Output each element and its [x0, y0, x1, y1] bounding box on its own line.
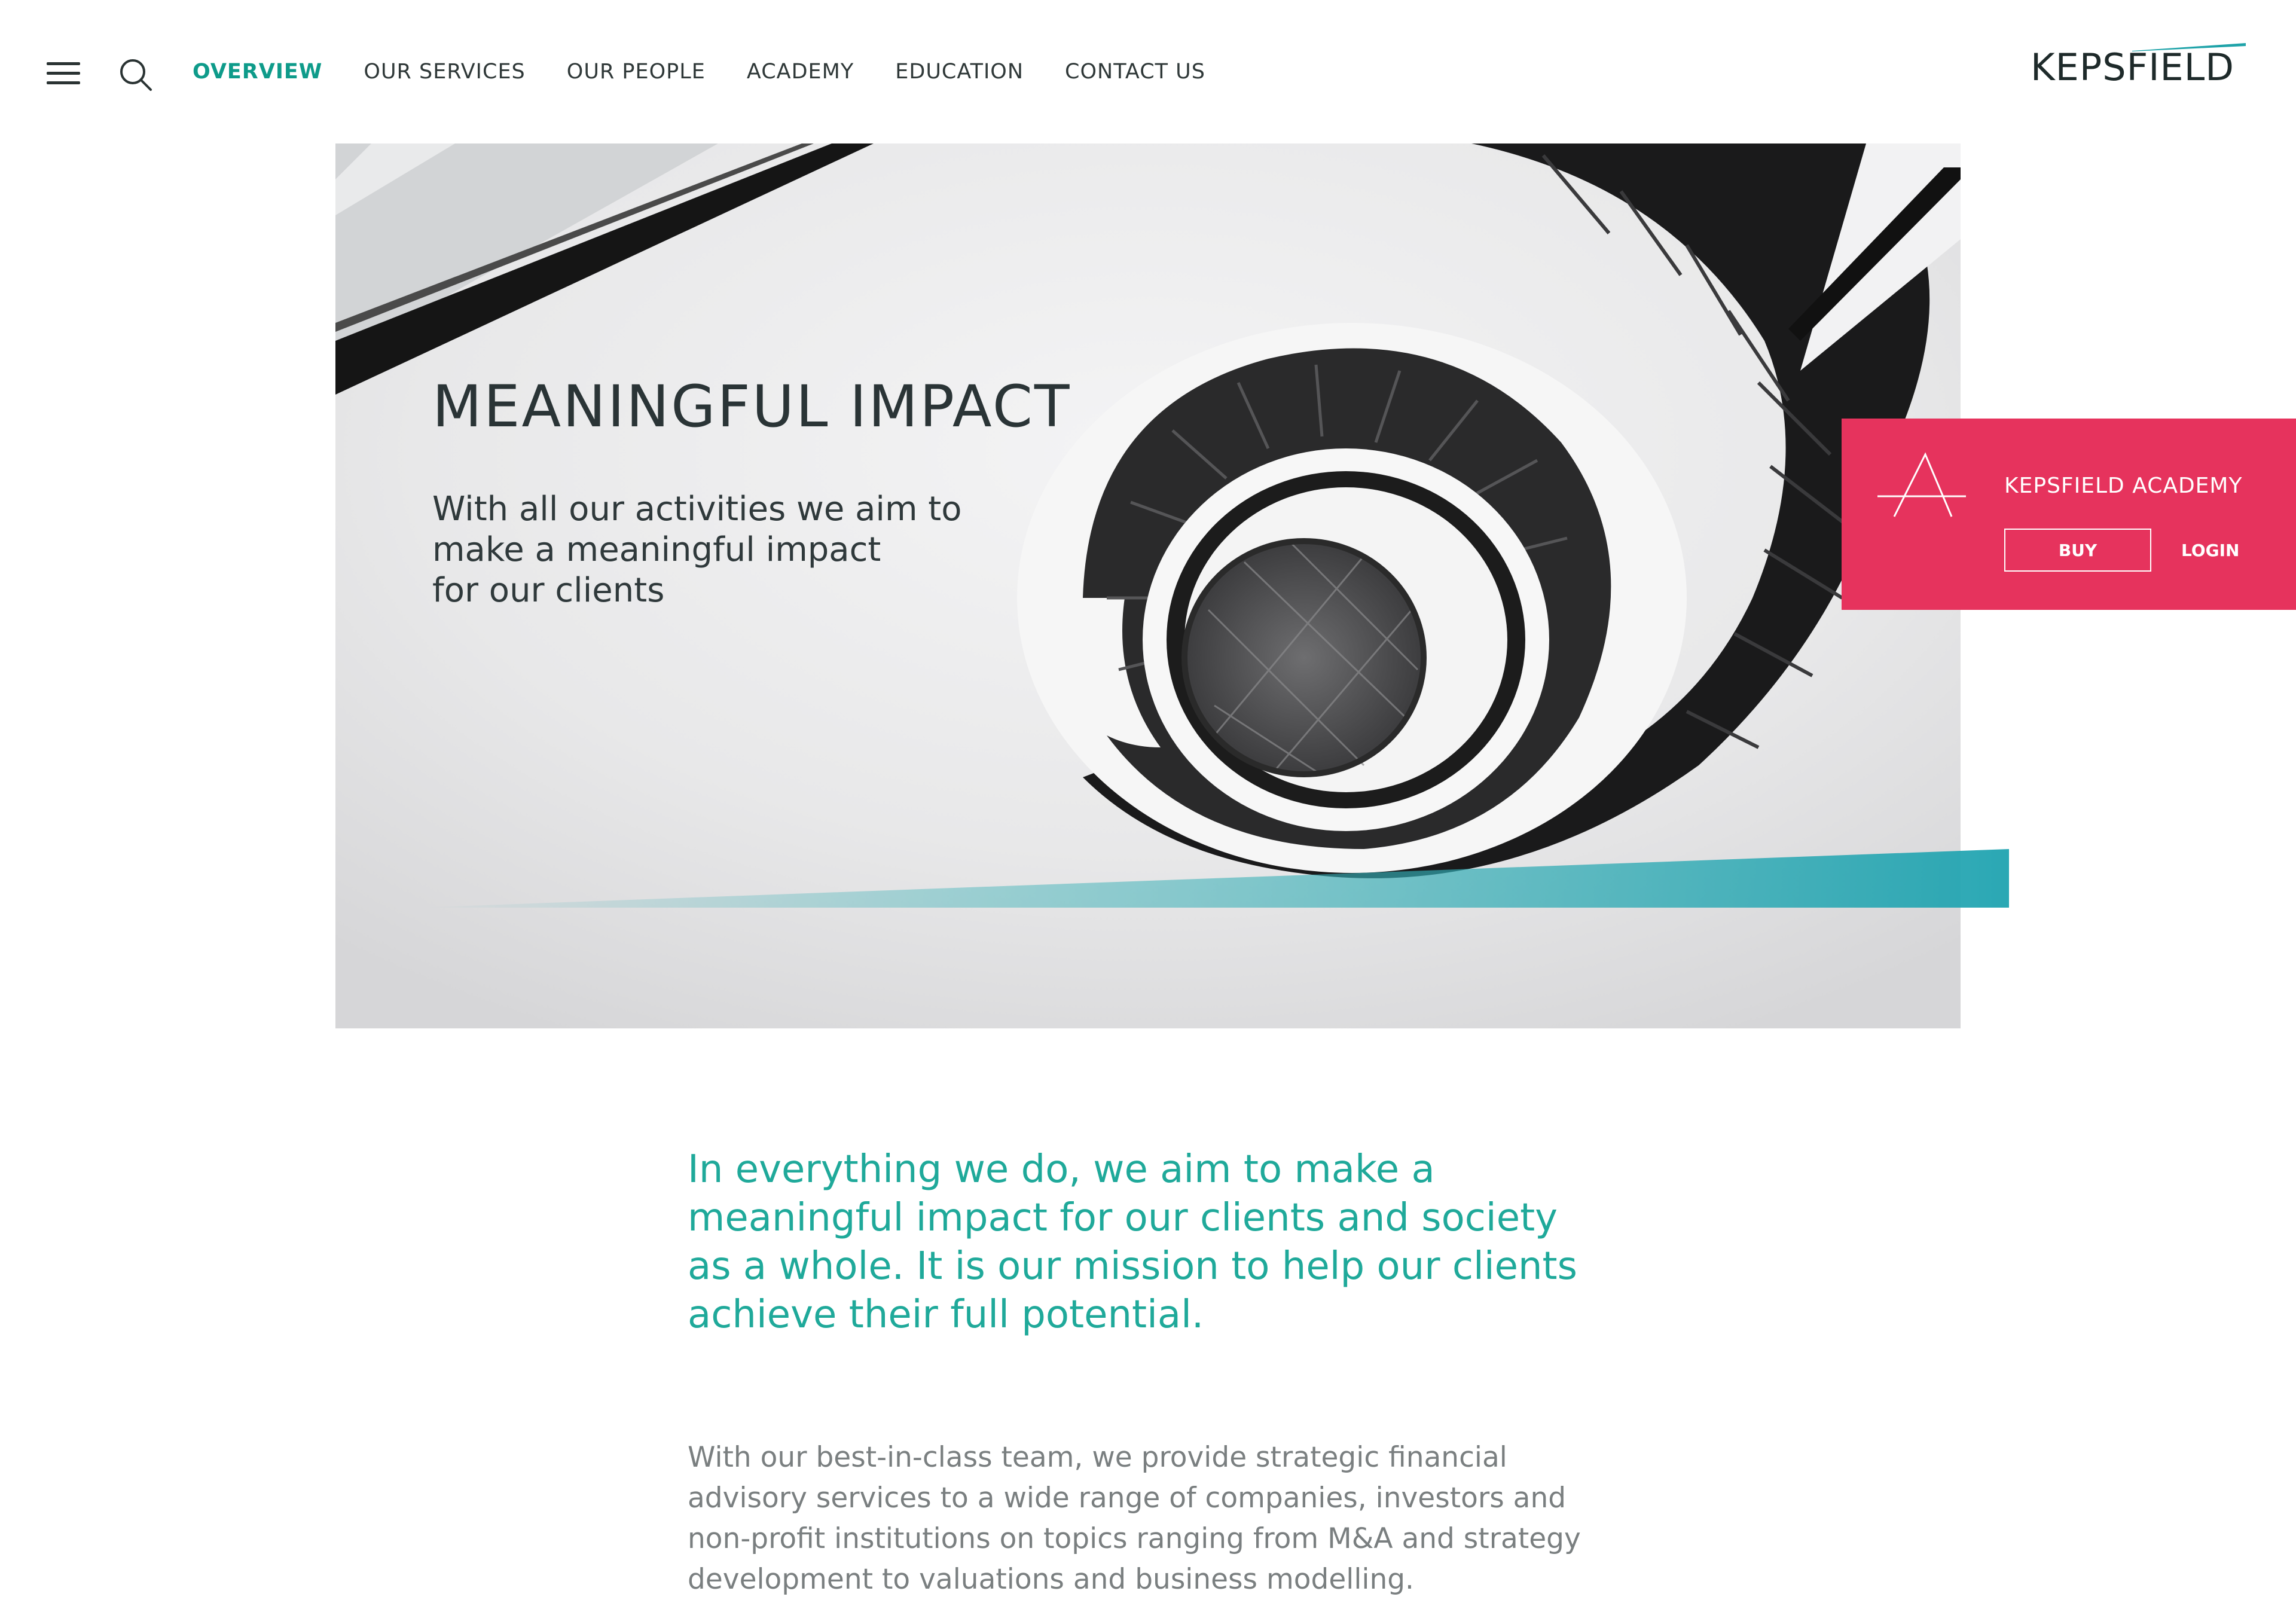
- mission-line: achieve their full potential.: [688, 1293, 1204, 1337]
- kepsfield-logo[interactable]: KEPSFIELD: [2031, 42, 2246, 90]
- services-description: With our best-in-class team, we provide …: [688, 1437, 1632, 1600]
- nav-our-services[interactable]: OUR SERVICES: [364, 57, 525, 86]
- academy-buy-button[interactable]: BUY: [2004, 529, 2151, 572]
- hero-title: MEANINGFUL IMPACT: [432, 373, 1071, 440]
- logo-text: KEPSFIELD: [2031, 45, 2234, 89]
- hero-subtitle: With all our activities we aim to make a…: [432, 489, 1030, 611]
- academy-logo-icon: [1877, 452, 1966, 517]
- description-line: advisory services to a wide range of com…: [688, 1482, 1567, 1514]
- nav-education[interactable]: EDUCATION: [895, 57, 1024, 86]
- description-line: non-profit institutions on topics rangin…: [688, 1522, 1581, 1555]
- academy-title: KEPSFIELD ACADEMY: [2004, 474, 2243, 498]
- hero-subtitle-line: for our clients: [432, 571, 665, 610]
- main-nav: OVERVIEW OUR SERVICES OUR PEOPLE ACADEMY…: [193, 57, 1247, 86]
- mission-statement: In everything we do, we aim to make a me…: [688, 1146, 1620, 1339]
- academy-login-link[interactable]: LOGIN: [2181, 529, 2239, 572]
- hero-subtitle-line: make a meaningful impact: [432, 530, 881, 569]
- site-header: OVERVIEW OUR SERVICES OUR PEOPLE ACADEMY…: [0, 0, 2296, 143]
- mission-line: as a whole. It is our mission to help ou…: [688, 1244, 1577, 1288]
- nav-overview[interactable]: OVERVIEW: [193, 57, 322, 86]
- search-icon[interactable]: [118, 57, 154, 93]
- teal-accent-band: [419, 849, 2009, 908]
- mission-line: In everything we do, we aim to make a: [688, 1147, 1435, 1192]
- mission-line: meaningful impact for our clients and so…: [688, 1196, 1558, 1240]
- academy-panel: KEPSFIELD ACADEMY BUY LOGIN: [1842, 419, 2296, 610]
- nav-academy[interactable]: ACADEMY: [747, 57, 854, 86]
- hamburger-menu-icon[interactable]: [47, 60, 80, 87]
- nav-contact-us[interactable]: CONTACT US: [1065, 57, 1205, 86]
- nav-our-people[interactable]: OUR PEOPLE: [567, 57, 706, 86]
- hero-subtitle-line: With all our activities we aim to: [432, 490, 962, 529]
- description-line: With our best-in-class team, we provide …: [688, 1441, 1507, 1474]
